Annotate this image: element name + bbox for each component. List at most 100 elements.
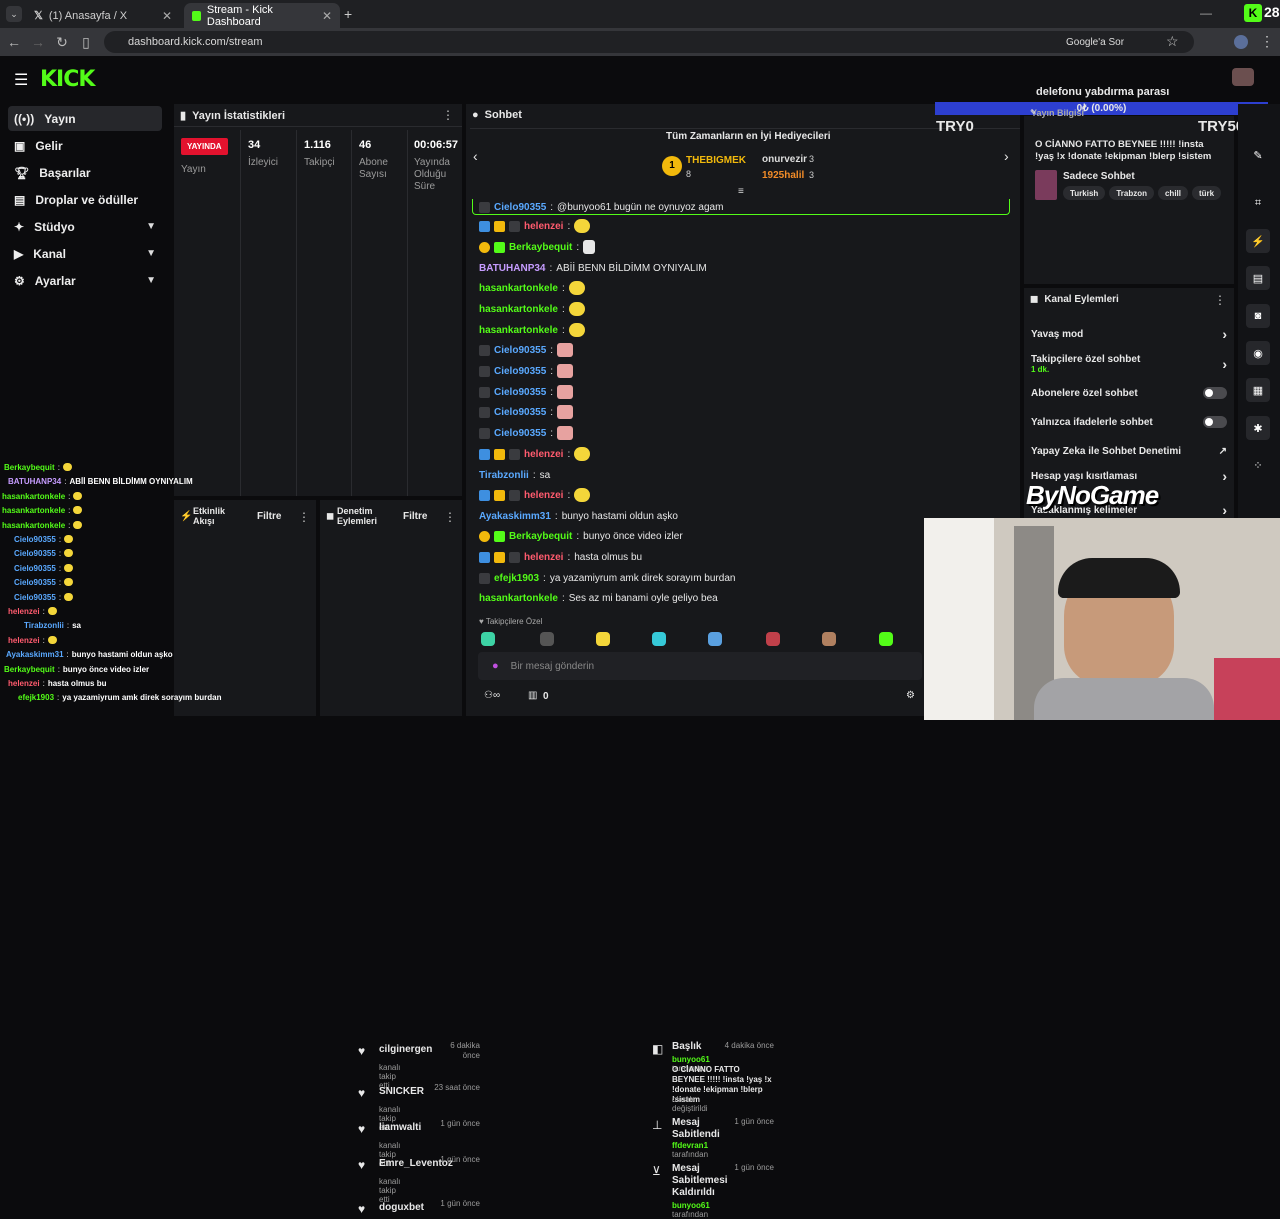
chat-username[interactable]: Cielo90355 xyxy=(494,345,546,356)
emote-option-icon[interactable] xyxy=(879,632,893,646)
hamburger-menu-icon[interactable]: ☰ xyxy=(14,70,28,90)
chat-username[interactable]: BATUHANP34 xyxy=(479,263,546,274)
points-icon[interactable]: ⚇∞ xyxy=(484,690,500,701)
chat-message[interactable]: hasankartonkele: xyxy=(479,300,585,318)
chat-username[interactable]: Berkaybequit xyxy=(509,531,572,542)
chat-message[interactable]: hasankartonkele: xyxy=(479,321,585,339)
sub-only-toggle[interactable] xyxy=(1203,387,1227,399)
close-tab-icon[interactable]: ✕ xyxy=(322,9,332,23)
tab-kick-dashboard[interactable]: Stream - Kick Dashboard ✕ xyxy=(184,3,340,28)
more-options-icon[interactable]: ⋮ xyxy=(444,510,456,524)
kick-extension-icon[interactable]: K xyxy=(1244,4,1262,22)
chat-message[interactable]: helenzei: xyxy=(479,217,591,235)
more-options-icon[interactable]: ⋮ xyxy=(1214,293,1226,307)
chat-message[interactable]: BATUHANP34: ABİİ BENN BİLDİMM OYNIYALIM xyxy=(479,259,707,277)
chevron-left-icon[interactable]: ‹ xyxy=(473,148,478,164)
tag[interactable]: chill xyxy=(1157,186,1188,200)
emote-option-icon[interactable] xyxy=(652,632,666,646)
tab-list-button[interactable]: ⌄ xyxy=(6,6,22,22)
chat-username[interactable]: Berkaybequit xyxy=(509,242,572,253)
close-tab-icon[interactable]: ✕ xyxy=(162,9,172,23)
pen-icon[interactable]: ✎ xyxy=(1246,143,1270,167)
chat-message[interactable]: Berkaybequit: xyxy=(479,238,596,256)
chat-message[interactable]: Cielo90355: xyxy=(479,403,574,421)
chat-username[interactable]: Ayakaskimm31 xyxy=(479,511,551,522)
gift-icon[interactable]: ▥ xyxy=(528,690,537,701)
chat-message[interactable]: efejk1903: ya yazamiyrum amk direk sorayı… xyxy=(479,569,735,587)
chat-username[interactable]: helenzei xyxy=(524,490,563,501)
url-input[interactable]: dashboard.kick.com/stream xyxy=(104,31,1194,53)
chat-settings-icon[interactable]: ⚙ xyxy=(906,690,915,701)
chat-message[interactable]: Ayakaskimm31: bunyo hastami oldun aşko xyxy=(479,507,678,525)
moderator-name[interactable]: ffdevran1 xyxy=(672,1141,708,1150)
sidebar-item-yayin[interactable]: ((•)) Yayın xyxy=(8,106,162,131)
ai-moderation-row[interactable]: Yapay Zeka ile Sohbet Denetimi ↗ xyxy=(1031,444,1227,458)
emote-option-icon[interactable] xyxy=(708,632,722,646)
reload-icon[interactable]: ↻ xyxy=(50,34,74,51)
collapse-icon[interactable]: ≡ xyxy=(738,186,744,197)
chat-username[interactable]: helenzei xyxy=(524,221,563,232)
tag[interactable]: Trabzon xyxy=(1109,186,1154,200)
tag[interactable]: türk xyxy=(1192,186,1222,200)
emote-option-icon[interactable] xyxy=(540,632,554,646)
chat-username[interactable]: helenzei xyxy=(524,552,563,563)
chat-username[interactable]: hasankartonkele xyxy=(479,325,558,336)
emote-option-icon[interactable] xyxy=(596,632,610,646)
emote-option-icon[interactable] xyxy=(822,632,836,646)
chat-message[interactable]: helenzei: hasta olmus bu xyxy=(479,548,642,566)
chat-username[interactable]: Tirabzonlii xyxy=(479,470,529,481)
moderator-name[interactable]: bunyoo61 xyxy=(672,1055,710,1064)
edit-icon[interactable]: ✎ xyxy=(1030,108,1037,117)
activity-filter-button[interactable]: Filtre xyxy=(257,511,281,522)
tag[interactable]: Turkish xyxy=(1063,186,1106,200)
slow-mode-row[interactable]: Yavaş mod › xyxy=(1031,326,1227,342)
sidebar-item-droplar[interactable]: ▤ Droplar ve ödüller xyxy=(8,187,162,212)
activity-user[interactable]: cilginergen xyxy=(379,1044,432,1055)
profile-avatar-icon[interactable] xyxy=(1234,35,1248,49)
chat-username[interactable]: helenzei xyxy=(524,449,563,460)
mic-icon[interactable]: ● xyxy=(492,660,499,672)
more-options-icon[interactable]: ⋮ xyxy=(442,108,454,122)
crop-icon[interactable]: ⌗ xyxy=(1246,191,1270,215)
emote-option-icon[interactable] xyxy=(481,632,495,646)
sidebar-item-studyo[interactable]: ✦ Stüdyo ▼ xyxy=(8,214,162,239)
chat-message[interactable]: helenzei: xyxy=(479,486,591,504)
chat-message[interactable]: Berkaybequit: bunyo önce video izler xyxy=(479,527,683,545)
chat-message[interactable]: Cielo90355: @bunyoo61 bugün ne oynuyoz ag… xyxy=(479,198,723,216)
chat-username[interactable]: Cielo90355 xyxy=(494,366,546,377)
chat-username[interactable]: Cielo90355 xyxy=(494,428,546,439)
sidebar-item-gelir[interactable]: ▣ Gelir xyxy=(8,133,162,158)
broadcast-icon[interactable]: ◉ xyxy=(1246,341,1270,365)
stream-category[interactable]: Sadece Sohbet xyxy=(1063,171,1135,182)
lightning-icon[interactable]: ⚡ xyxy=(1246,229,1270,253)
chat-username[interactable]: Cielo90355 xyxy=(494,407,546,418)
sidebar-item-kanal[interactable]: ▶ Kanal ▼ xyxy=(8,241,162,266)
google-lens-button[interactable]: Google'a Sor xyxy=(1066,37,1124,48)
bookmark-star-icon[interactable]: ☆ xyxy=(1166,33,1179,50)
chat-message[interactable]: Tirabzonlii: sa xyxy=(479,466,550,484)
chat-message[interactable]: hasankartonkele: Ses az mi banami oyle ge… xyxy=(479,589,718,607)
chat-message[interactable]: helenzei: xyxy=(479,445,591,463)
back-icon[interactable]: ← xyxy=(2,34,26,50)
wrench-icon[interactable]: ✱ xyxy=(1246,416,1270,440)
kick-logo[interactable]: KICK xyxy=(40,67,95,92)
minimize-icon[interactable]: — xyxy=(1200,6,1212,20)
apps-icon[interactable]: ⁘ xyxy=(1246,453,1270,477)
activity-user[interactable]: liamwalti xyxy=(379,1122,421,1133)
emote-option-icon[interactable] xyxy=(766,632,780,646)
forward-icon[interactable]: → xyxy=(26,34,50,50)
chat-message[interactable]: Cielo90355: xyxy=(479,424,574,442)
sidebar-item-ayarlar[interactable]: ⚙ Ayarlar ▼ xyxy=(8,268,162,293)
new-tab-icon[interactable]: + xyxy=(344,6,352,22)
moderator-name[interactable]: bunyoo61 xyxy=(672,1201,710,1210)
activity-user[interactable]: doguxbet xyxy=(379,1202,424,1213)
chat-message[interactable]: hasankartonkele: xyxy=(479,279,585,297)
browser-menu-icon[interactable]: ⋮ xyxy=(1260,33,1274,50)
chevron-right-icon[interactable]: › xyxy=(1004,148,1009,164)
sidebar-toggle-icon[interactable]: ▯ xyxy=(74,34,98,51)
chat-username[interactable]: hasankartonkele xyxy=(479,304,558,315)
moderation-filter-button[interactable]: Filtre xyxy=(403,511,427,522)
activity-user[interactable]: SNICKER xyxy=(379,1086,424,1097)
follower-only-row[interactable]: Takipçilere özel sohbet 1 dk. › xyxy=(1031,351,1227,377)
user-avatar[interactable] xyxy=(1232,68,1254,86)
